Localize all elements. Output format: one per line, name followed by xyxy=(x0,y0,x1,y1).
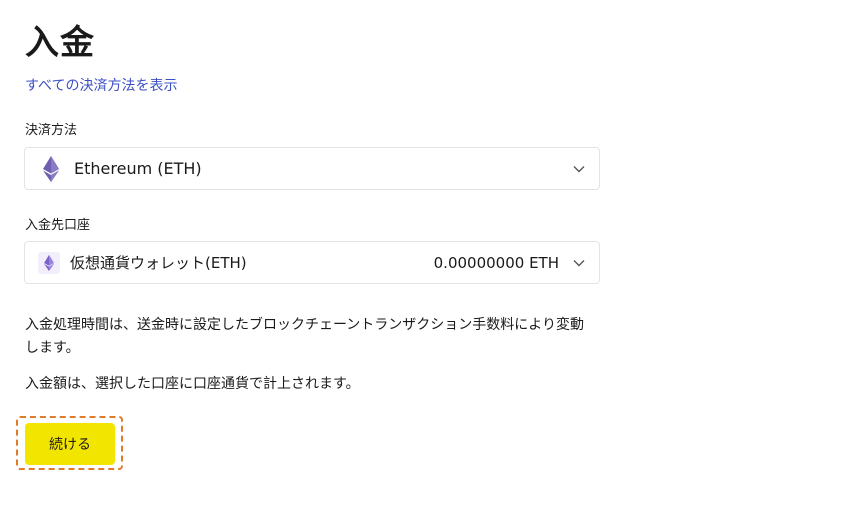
deposit-account-label: 入金先口座 xyxy=(25,218,91,233)
show-all-payment-methods-link[interactable]: すべての決済方法を表示 xyxy=(25,77,177,95)
continue-button[interactable]: 続ける xyxy=(25,423,115,465)
chevron-down-icon xyxy=(573,165,585,173)
account-balance: 0.00000000 ETH xyxy=(433,253,559,272)
deposit-account-select[interactable]: 仮想通貨ウォレット(ETH) 0.00000000 ETH xyxy=(24,241,600,284)
credit-currency-note: 入金額は、選択した口座に口座通貨で計上されます。 xyxy=(25,376,360,392)
ethereum-icon xyxy=(38,251,60,274)
deposit-page: 入金 すべての決済方法を表示 決済方法 Ethereum (ETH) 入金先口座 xyxy=(0,0,844,512)
chevron-down-icon xyxy=(573,259,585,267)
payment-method-label: 決済方法 xyxy=(25,123,78,138)
processing-time-note: 入金処理時間は、送金時に設定したブロックチェーントランザクション手数料により変動… xyxy=(25,317,585,356)
payment-method-value: Ethereum (ETH) xyxy=(74,159,202,178)
page-title: 入金 xyxy=(25,23,95,63)
deposit-account-value: 仮想通貨ウォレット(ETH) xyxy=(70,254,247,272)
ethereum-icon xyxy=(41,155,61,183)
payment-method-select[interactable]: Ethereum (ETH) xyxy=(24,147,600,190)
